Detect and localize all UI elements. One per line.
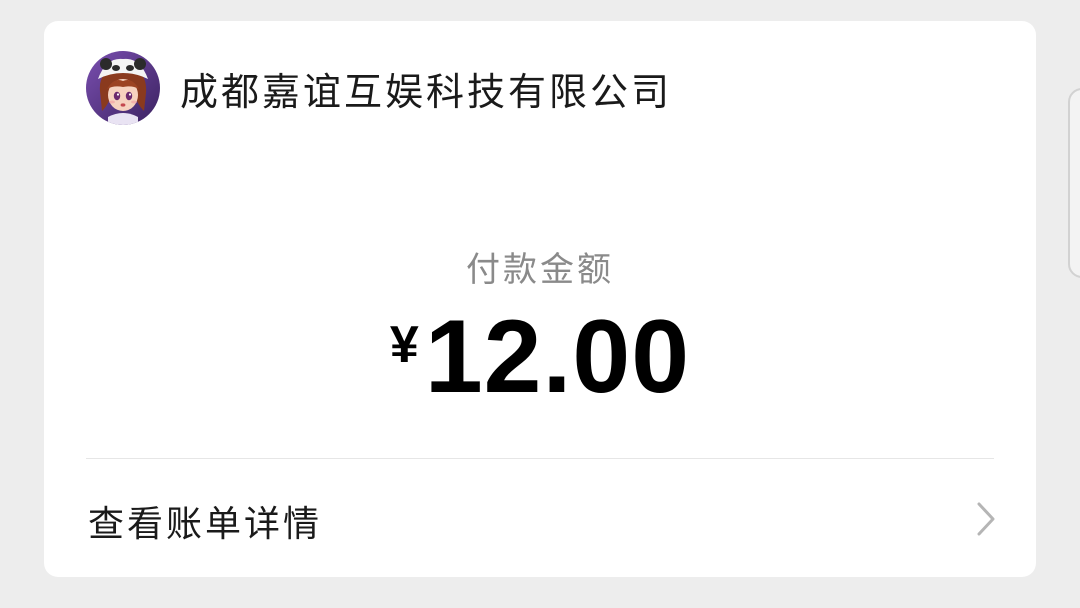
- view-bill-details-button[interactable]: 查看账单详情: [44, 459, 1036, 577]
- view-bill-details-label: 查看账单详情: [88, 504, 323, 545]
- payment-card: 成都嘉谊互娱科技有限公司 付款金额 ¥12.00 查看账单详情: [44, 21, 1036, 577]
- currency-symbol: ¥: [389, 316, 419, 374]
- payment-amount: ¥12.00: [44, 293, 1036, 440]
- chevron-right-icon: [977, 502, 995, 536]
- avatar-image: [86, 51, 160, 125]
- merchant-info: 成都嘉谊互娱科技有限公司: [86, 51, 672, 125]
- merchant-name: 成都嘉谊互娱科技有限公司: [180, 69, 673, 114]
- payment-amount-label: 付款金额: [466, 250, 614, 290]
- amount-value: 12.00: [424, 299, 691, 415]
- payment-amount-section: 付款金额 ¥12.00: [44, 249, 1036, 440]
- side-drag-handle[interactable]: [1068, 88, 1080, 278]
- merchant-avatar: [86, 51, 160, 125]
